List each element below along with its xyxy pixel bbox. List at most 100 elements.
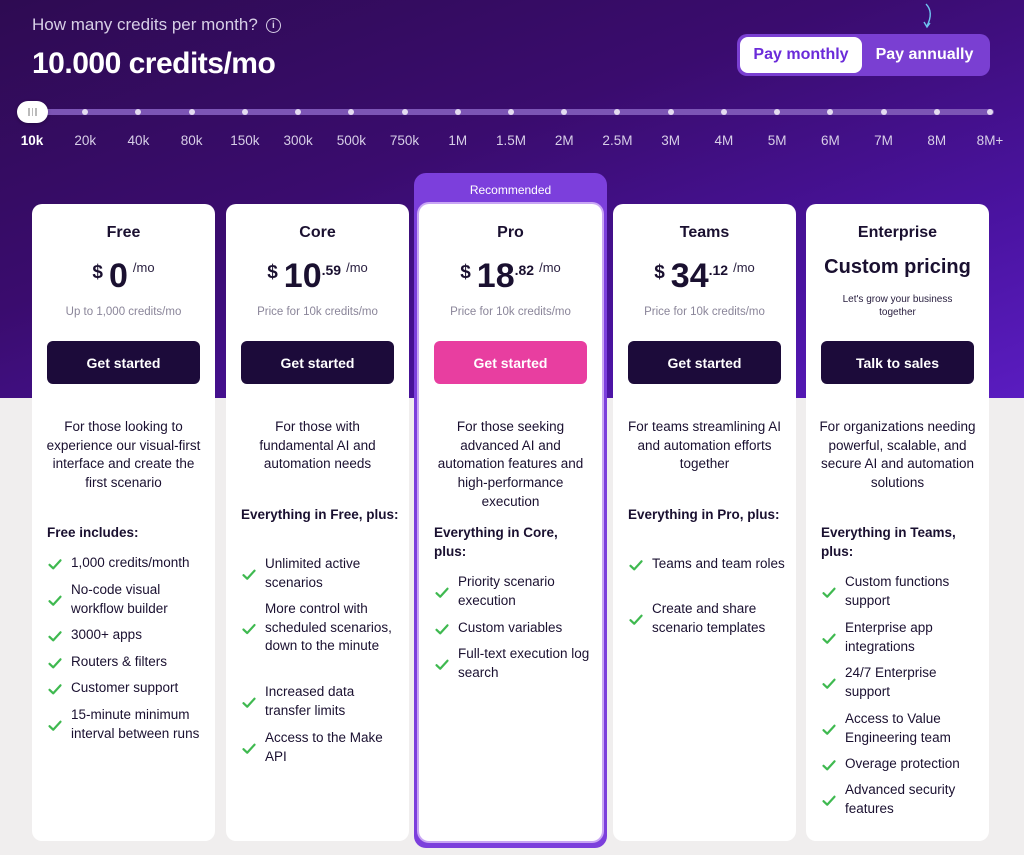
slider-tick-label[interactable]: 5M bbox=[768, 133, 787, 148]
plan-card-enterprise: Enterprise Custom pricing Let's grow you… bbox=[806, 204, 989, 841]
check-icon bbox=[822, 678, 836, 689]
slider-stop[interactable] bbox=[188, 109, 195, 115]
slider-tick-label[interactable]: 4M bbox=[714, 133, 733, 148]
slider-tick-label[interactable]: 80k bbox=[181, 133, 203, 148]
talk-to-sales-button[interactable]: Talk to sales bbox=[821, 341, 974, 384]
slider-tick-label[interactable]: 8M bbox=[927, 133, 946, 148]
slider-stop[interactable] bbox=[401, 109, 408, 115]
info-icon[interactable]: i bbox=[265, 17, 281, 33]
feature-text: Teams and team roles bbox=[652, 556, 785, 571]
feature-item: Enterprise app integrations bbox=[821, 619, 981, 656]
plan-description: For those looking to experience our visu… bbox=[46, 419, 201, 491]
feature-text: Overage protection bbox=[845, 756, 960, 771]
get-started-button-free[interactable]: Get started bbox=[47, 341, 200, 384]
feature-item: Custom functions support bbox=[821, 573, 981, 610]
price-period: /mo bbox=[539, 260, 561, 275]
plan-description: For organizations needing powerful, scal… bbox=[819, 419, 976, 491]
get-started-button-pro[interactable]: Get started bbox=[434, 341, 587, 384]
slider-tick-label[interactable]: 10k bbox=[21, 133, 44, 148]
check-icon bbox=[48, 595, 62, 606]
price-period: /mo bbox=[346, 260, 368, 275]
price-note: Price for 10k credits/mo bbox=[257, 306, 378, 318]
slider-tick-label[interactable]: 40k bbox=[128, 133, 150, 148]
feature-text: Routers & filters bbox=[71, 654, 168, 669]
feature-item: Routers & filters bbox=[47, 653, 207, 672]
slider-tick-label[interactable]: 750k bbox=[390, 133, 419, 148]
plan-description: For teams streamlining AI and automation… bbox=[627, 419, 782, 472]
check-icon bbox=[48, 720, 62, 731]
includes-heading: Everything in Free, plus: bbox=[241, 507, 399, 522]
price-note: Up to 1,000 credits/mo bbox=[65, 306, 182, 318]
plan-price: $ 10 .59 /mo bbox=[226, 256, 409, 296]
feature-item: Overage protection bbox=[821, 755, 981, 774]
price-amount: 0 bbox=[108, 257, 128, 295]
feature-text: Custom variables bbox=[458, 620, 563, 635]
price-amount: 18 bbox=[476, 257, 515, 295]
check-icon bbox=[629, 560, 643, 571]
check-icon bbox=[822, 587, 836, 598]
slider-stop[interactable] bbox=[241, 109, 248, 115]
pay-annually-toggle[interactable]: Pay annually bbox=[862, 37, 987, 73]
slider-tick-label[interactable]: 6M bbox=[821, 133, 840, 148]
slider-stop[interactable] bbox=[508, 109, 514, 115]
get-started-button-teams[interactable]: Get started bbox=[628, 341, 781, 384]
price-decimals: .59 bbox=[321, 262, 342, 278]
price-decimals: .12 bbox=[708, 262, 729, 278]
pay-monthly-toggle[interactable]: Pay monthly bbox=[740, 37, 862, 73]
plan-price: $ 0 /mo bbox=[32, 256, 215, 296]
feature-text: More control with scheduled scenarios, d… bbox=[265, 601, 392, 654]
slider-tick-label[interactable]: 3M bbox=[661, 133, 680, 148]
feature-item: Custom variables bbox=[434, 619, 594, 638]
check-icon bbox=[242, 697, 256, 708]
slider-tick-label[interactable]: 300k bbox=[283, 133, 312, 148]
slider-stop[interactable] bbox=[667, 109, 674, 115]
feature-text: Priority scenario execution bbox=[458, 574, 555, 608]
feature-text: 15-minute minimum interval between runs bbox=[71, 707, 200, 741]
feature-item: 15-minute minimum interval between runs bbox=[47, 706, 207, 743]
feature-text: 24/7 Enterprise support bbox=[845, 665, 937, 699]
feature-item: More control with scheduled scenarios, d… bbox=[241, 600, 401, 656]
feature-text: Access to Value Engineering team bbox=[845, 711, 951, 745]
feature-item: Create and share scenario templates bbox=[628, 600, 788, 637]
slider-tick-label[interactable]: 7M bbox=[874, 133, 893, 148]
feature-item: Unlimited active scenarios bbox=[241, 555, 401, 592]
slider-tick-label[interactable]: 1M bbox=[448, 133, 467, 148]
check-icon bbox=[242, 623, 256, 635]
plan-name: Pro bbox=[497, 224, 524, 241]
plan-description: For those with fundamental AI and automa… bbox=[259, 419, 376, 472]
check-icon bbox=[822, 760, 836, 771]
plan-card-teams: Teams $ 34 .12 /mo Price for 10k credits… bbox=[613, 204, 796, 841]
slider-stop[interactable] bbox=[987, 109, 993, 115]
arrow-doodle-icon bbox=[923, 3, 931, 29]
credits-slider-thumb[interactable] bbox=[17, 101, 48, 123]
slider-tick-label[interactable]: 2M bbox=[555, 133, 574, 148]
check-icon bbox=[435, 624, 449, 635]
plan-name: Enterprise bbox=[857, 224, 938, 241]
get-started-button-core[interactable]: Get started bbox=[241, 341, 394, 384]
check-icon bbox=[48, 658, 62, 669]
slider-stop[interactable] bbox=[720, 109, 727, 115]
credits-slider-track[interactable] bbox=[20, 109, 994, 115]
slider-tick-label[interactable]: 150k bbox=[230, 133, 259, 148]
feature-item: Advanced security features bbox=[821, 781, 981, 818]
plan-card-free: Free $ 0 /mo Up to 1,000 credits/mo Get … bbox=[32, 204, 215, 841]
feature-text: Create and share scenario templates bbox=[652, 601, 766, 635]
slider-stop[interactable] bbox=[454, 109, 461, 115]
feature-item: Teams and team roles bbox=[628, 555, 788, 574]
slider-tick-label[interactable]: 1.5M bbox=[496, 133, 526, 148]
check-icon bbox=[242, 569, 256, 580]
feature-item: No-code visual workflow builder bbox=[47, 581, 207, 618]
slider-tick-label[interactable]: 8M+ bbox=[977, 133, 1004, 148]
feature-item: Full-text execution log search bbox=[434, 645, 594, 682]
feature-item: 1,000 credits/month bbox=[47, 554, 207, 573]
price-period: /mo bbox=[132, 260, 155, 275]
slider-stop[interactable] bbox=[880, 109, 887, 115]
check-icon bbox=[822, 724, 836, 735]
feature-text: Unlimited active scenarios bbox=[265, 556, 361, 590]
feature-item: Priority scenario execution bbox=[434, 573, 594, 610]
slider-tick-label[interactable]: 2.5M bbox=[602, 133, 632, 148]
slider-stop[interactable] bbox=[933, 109, 940, 115]
recommended-label: Recommended bbox=[469, 183, 552, 197]
slider-tick-label[interactable]: 500k bbox=[337, 133, 366, 148]
slider-tick-label[interactable]: 20k bbox=[74, 133, 96, 148]
